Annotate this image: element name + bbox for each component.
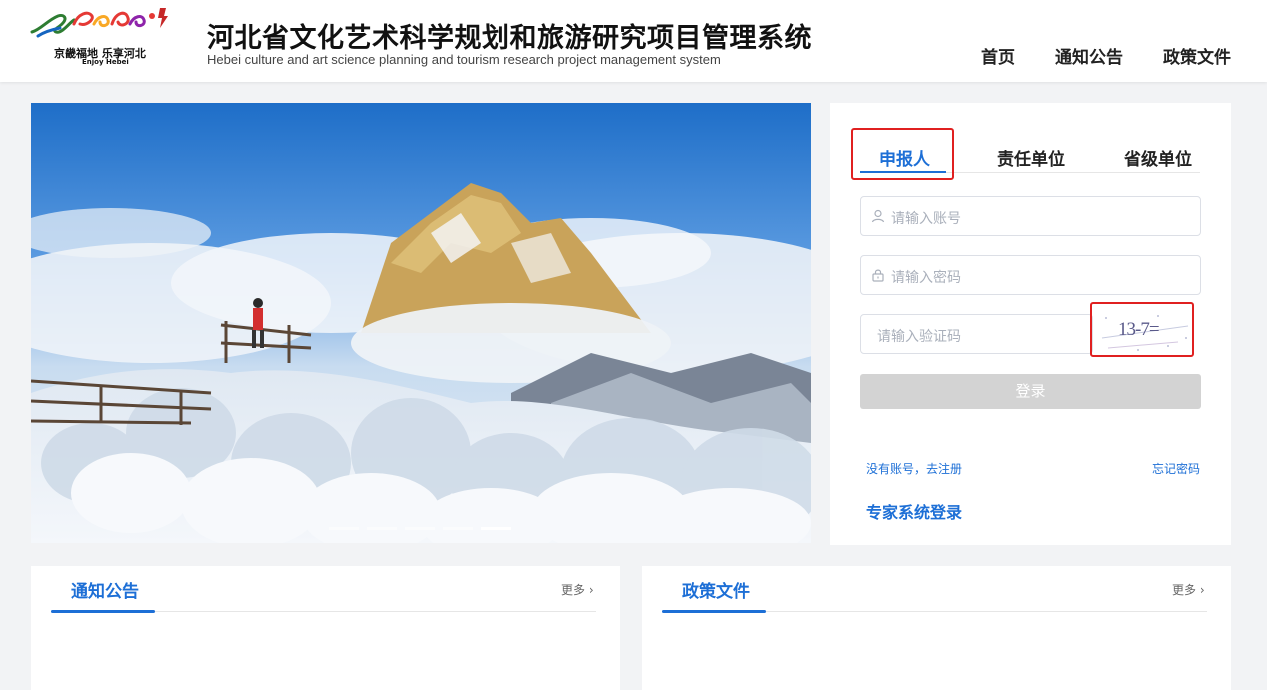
- banner-carousel[interactable]: [31, 103, 811, 543]
- nav-notices[interactable]: 通知公告: [1055, 43, 1123, 68]
- password-field[interactable]: 请输入密码: [860, 255, 1201, 295]
- notices-title-underline: [51, 610, 155, 613]
- captcha-placeholder: 请输入验证码: [877, 329, 961, 345]
- notices-more-link[interactable]: 更多 ›: [561, 581, 594, 598]
- register-link[interactable]: 没有账号，去注册: [866, 460, 962, 477]
- password-placeholder: 请输入密码: [891, 270, 961, 286]
- system-title-en: Hebei culture and art science planning a…: [207, 52, 721, 67]
- captcha-field[interactable]: 请输入验证码: [860, 314, 1093, 354]
- login-button[interactable]: 登录: [860, 374, 1201, 409]
- hebei-logo[interactable]: 京畿福地 乐享河北 Enjoy Hebei: [30, 2, 178, 68]
- system-title-cn: 河北省文化艺术科学规划和旅游研究项目管理系统: [207, 23, 812, 54]
- notices-panel: 通知公告 更多 ›: [31, 566, 620, 690]
- policies-more-link[interactable]: 更多 ›: [1172, 581, 1205, 598]
- account-placeholder: 请输入账号: [891, 211, 961, 227]
- carousel-dot-3[interactable]: [405, 527, 435, 530]
- site-header: 京畿福地 乐享河北 Enjoy Hebei 河北省文化艺术科学规划和旅游研究项目…: [0, 0, 1267, 82]
- lock-icon: [872, 269, 884, 282]
- forgot-password-link[interactable]: 忘记密码: [1152, 460, 1200, 477]
- carousel-dot-1[interactable]: [329, 527, 359, 530]
- user-icon: [871, 209, 885, 223]
- policies-title: 政策文件: [682, 582, 750, 602]
- hebei-script-logo-icon: [30, 8, 168, 38]
- account-field[interactable]: 请输入账号: [860, 196, 1201, 236]
- snowy-mountain-photo: [31, 103, 811, 543]
- login-panel: 申报人 责任单位 省级单位 请输入账号 请输入密码 请输入验证码 13-7= 登…: [830, 103, 1231, 545]
- carousel-dot-2[interactable]: [367, 527, 397, 530]
- policies-title-underline: [662, 610, 766, 613]
- highlight-box-captcha: [1090, 302, 1194, 357]
- carousel-dot-5[interactable]: [481, 527, 511, 530]
- tab-responsible-unit[interactable]: 责任单位: [997, 145, 1065, 170]
- nav-policies[interactable]: 政策文件: [1163, 43, 1231, 68]
- carousel-dot-4[interactable]: [443, 527, 473, 530]
- tab-provincial-unit[interactable]: 省级单位: [1124, 145, 1192, 170]
- logo-slogan-en: Enjoy Hebei: [82, 58, 129, 66]
- nav-home[interactable]: 首页: [981, 43, 1015, 68]
- policies-panel: 政策文件 更多 ›: [642, 566, 1231, 690]
- notices-title: 通知公告: [71, 582, 139, 602]
- highlight-box-tab: [851, 128, 954, 180]
- expert-login-link[interactable]: 专家系统登录: [866, 499, 962, 523]
